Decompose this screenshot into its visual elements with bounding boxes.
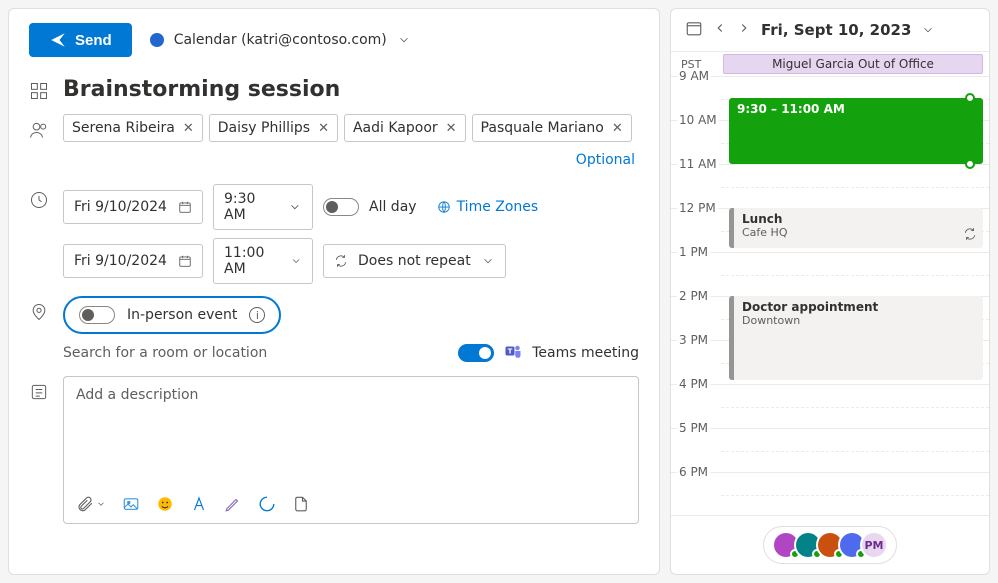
all-day-toggle[interactable]: [323, 198, 359, 216]
send-label: Send: [75, 32, 112, 49]
in-person-label: In-person event: [127, 307, 237, 323]
calendar-icon: [178, 254, 192, 268]
avatar-pill[interactable]: PM: [763, 526, 897, 564]
teams-label: Teams meeting: [532, 345, 639, 361]
teams-meeting-toggle[interactable]: [458, 344, 494, 362]
in-person-toggle[interactable]: [79, 306, 115, 324]
proposed-event-block[interactable]: 9:30 – 11:00 AM: [729, 98, 983, 164]
event-title: Doctor appointment: [742, 300, 975, 314]
next-day-button[interactable]: [737, 21, 751, 39]
layout-icon[interactable]: [29, 81, 49, 101]
location-row: In-person event i Search for a room or l…: [29, 296, 639, 364]
timeline[interactable]: PST Miguel Garcia Out of Office 9 AM10 A…: [671, 52, 989, 515]
recurrence-icon: [963, 227, 977, 244]
hour-label: 4 PM: [677, 377, 710, 391]
description-toolbar: [76, 487, 626, 513]
recurrence-field[interactable]: Does not repeat: [323, 244, 506, 278]
emoji-button[interactable]: [156, 495, 174, 513]
calendar-today-icon[interactable]: [685, 19, 703, 41]
send-button[interactable]: Send: [29, 23, 132, 57]
attendee-chip[interactable]: Serena Ribeira✕: [63, 114, 203, 142]
people-icon: [29, 120, 49, 140]
calendar-event[interactable]: Doctor appointment Downtown: [729, 296, 983, 380]
event-title[interactable]: Brainstorming session: [63, 77, 639, 102]
remove-icon[interactable]: ✕: [446, 121, 457, 136]
hour-label: 11 AM: [677, 157, 719, 171]
teams-icon: T: [504, 342, 522, 364]
scheduling-pane: Fri, Sept 10, 2023 PST Miguel Garcia Out…: [670, 8, 990, 575]
time-zones-button[interactable]: Time Zones: [437, 199, 539, 215]
hour-label: 6 PM: [677, 465, 710, 479]
event-title: Lunch: [742, 212, 975, 226]
attendee-chip[interactable]: Aadi Kapoor✕: [344, 114, 466, 142]
hour-label: 1 PM: [677, 245, 710, 259]
prev-day-button[interactable]: [713, 21, 727, 39]
hour-label: 5 PM: [677, 421, 710, 435]
event-subtitle: Downtown: [742, 314, 975, 327]
description-placeholder: Add a description: [76, 387, 626, 487]
attendee-chips: Serena Ribeira✕ Daisy Phillips✕ Aadi Kap…: [63, 114, 639, 172]
hour-label: 3 PM: [677, 333, 710, 347]
all-day-toggle-group: All day: [323, 198, 417, 216]
title-row: Brainstorming session: [29, 75, 639, 102]
recurrence-icon: [334, 254, 348, 268]
image-button[interactable]: [122, 495, 140, 513]
end-date-field[interactable]: Fri 9/10/2024: [63, 244, 203, 278]
location-icon: [29, 302, 49, 322]
hour-label: 10 AM: [677, 113, 719, 127]
draw-button[interactable]: [224, 495, 242, 513]
attendee-chip[interactable]: Pasquale Mariano✕: [472, 114, 632, 142]
insert-button[interactable]: [292, 495, 310, 513]
in-person-toggle-group: In-person event i: [63, 296, 281, 334]
globe-icon: [437, 200, 451, 214]
chevron-down-icon: [290, 254, 302, 268]
event-editor-pane: Send Calendar (katri@contoso.com) Brains…: [8, 8, 660, 575]
description-box[interactable]: Add a description: [63, 376, 639, 524]
scheduling-header: Fri, Sept 10, 2023: [671, 9, 989, 52]
hour-label: 12 PM: [677, 201, 718, 215]
clock-icon: [29, 190, 49, 210]
out-of-office-bar[interactable]: Miguel Garcia Out of Office: [723, 54, 983, 74]
schedule-date[interactable]: Fri, Sept 10, 2023: [761, 21, 911, 39]
description-icon: [29, 382, 49, 402]
remove-icon[interactable]: ✕: [318, 121, 329, 136]
start-date-field[interactable]: Fri 9/10/2024: [63, 190, 203, 224]
resize-handle-bottom[interactable]: [965, 159, 975, 169]
hour-label: 9 AM: [677, 69, 711, 83]
attendee-chip[interactable]: Daisy Phillips✕: [209, 114, 338, 142]
calendar-label: Calendar (katri@contoso.com): [174, 32, 387, 48]
time-row-group: Fri 9/10/2024 9:30 AM All day Time Zones: [29, 184, 639, 284]
avatar[interactable]: PM: [860, 531, 888, 559]
info-icon[interactable]: i: [249, 307, 265, 323]
location-input[interactable]: Search for a room or location: [63, 345, 267, 361]
remove-icon[interactable]: ✕: [612, 121, 623, 136]
calendar-event[interactable]: Lunch Cafe HQ: [729, 208, 983, 248]
hour-label: 2 PM: [677, 289, 710, 303]
chevron-down-icon: [288, 200, 302, 214]
end-time-field[interactable]: 11:00 AM: [213, 238, 313, 284]
optional-link[interactable]: Optional: [572, 148, 639, 172]
resize-handle-top[interactable]: [965, 93, 975, 103]
attendee-avatars-row: PM: [671, 515, 989, 574]
remove-icon[interactable]: ✕: [183, 121, 194, 136]
chevron-down-icon: [397, 33, 411, 47]
chevron-down-icon: [481, 254, 495, 268]
attendees-row: Serena Ribeira✕ Daisy Phillips✕ Aadi Kap…: [29, 114, 639, 172]
loop-button[interactable]: [258, 495, 276, 513]
calendar-icon: [178, 200, 192, 214]
event-subtitle: Cafe HQ: [742, 226, 975, 239]
svg-text:T: T: [508, 347, 513, 355]
start-time-field[interactable]: 9:30 AM: [213, 184, 313, 230]
editor-header: Send Calendar (katri@contoso.com): [29, 23, 639, 57]
calendar-color-dot: [150, 33, 164, 47]
attach-button[interactable]: [76, 495, 106, 513]
calendar-selector[interactable]: Calendar (katri@contoso.com): [150, 32, 411, 48]
all-day-label: All day: [369, 199, 417, 215]
send-icon: [49, 31, 67, 49]
description-row: Add a description: [29, 376, 639, 524]
chevron-down-icon[interactable]: [921, 23, 935, 37]
format-button[interactable]: [190, 495, 208, 513]
